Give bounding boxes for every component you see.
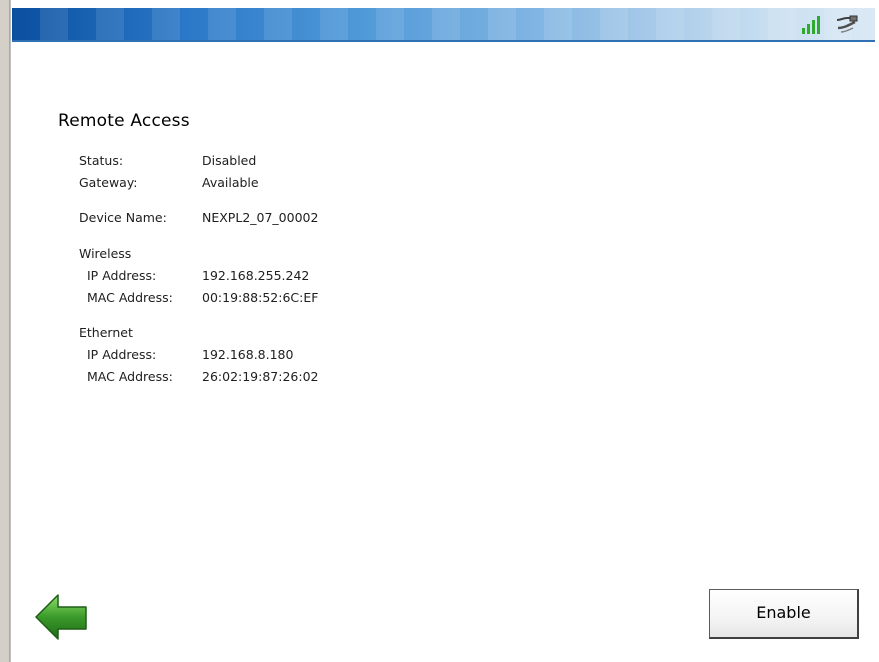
gateway-value: Available [202, 175, 259, 190]
remote-access-screen: Remote Access Status: Disabled Gateway: … [0, 0, 879, 662]
device-name-value: NEXPL2_07_00002 [202, 210, 319, 225]
enable-button[interactable]: Enable [709, 589, 859, 639]
wireless-heading: Wireless [79, 246, 132, 261]
gateway-label: Gateway: [79, 175, 138, 190]
status-bar-pattern [12, 8, 875, 40]
ethernet-ip-value: 192.168.8.180 [202, 347, 294, 362]
window-left-edge [0, 0, 12, 662]
wireless-ip-label: IP Address: [87, 268, 157, 283]
ethernet-heading: Ethernet [79, 325, 133, 340]
wireless-mac-value: 00:19:88:52:6C:EF [202, 290, 319, 305]
ethernet-ip-label: IP Address: [87, 347, 157, 362]
ethernet-plug-icon [836, 15, 858, 33]
ethernet-mac-label: MAC Address: [87, 369, 173, 384]
ethernet-mac-value: 26:02:19:87:26:02 [202, 369, 319, 384]
device-name-label: Device Name: [79, 210, 167, 225]
back-arrow-icon[interactable] [34, 592, 90, 642]
signal-bars-icon [802, 16, 820, 34]
status-label: Status: [79, 153, 124, 168]
status-value: Disabled [202, 153, 257, 168]
wireless-ip-value: 192.168.255.242 [202, 268, 310, 283]
wireless-mac-label: MAC Address: [87, 290, 173, 305]
page-title: Remote Access [58, 111, 190, 131]
status-bar [12, 8, 875, 42]
